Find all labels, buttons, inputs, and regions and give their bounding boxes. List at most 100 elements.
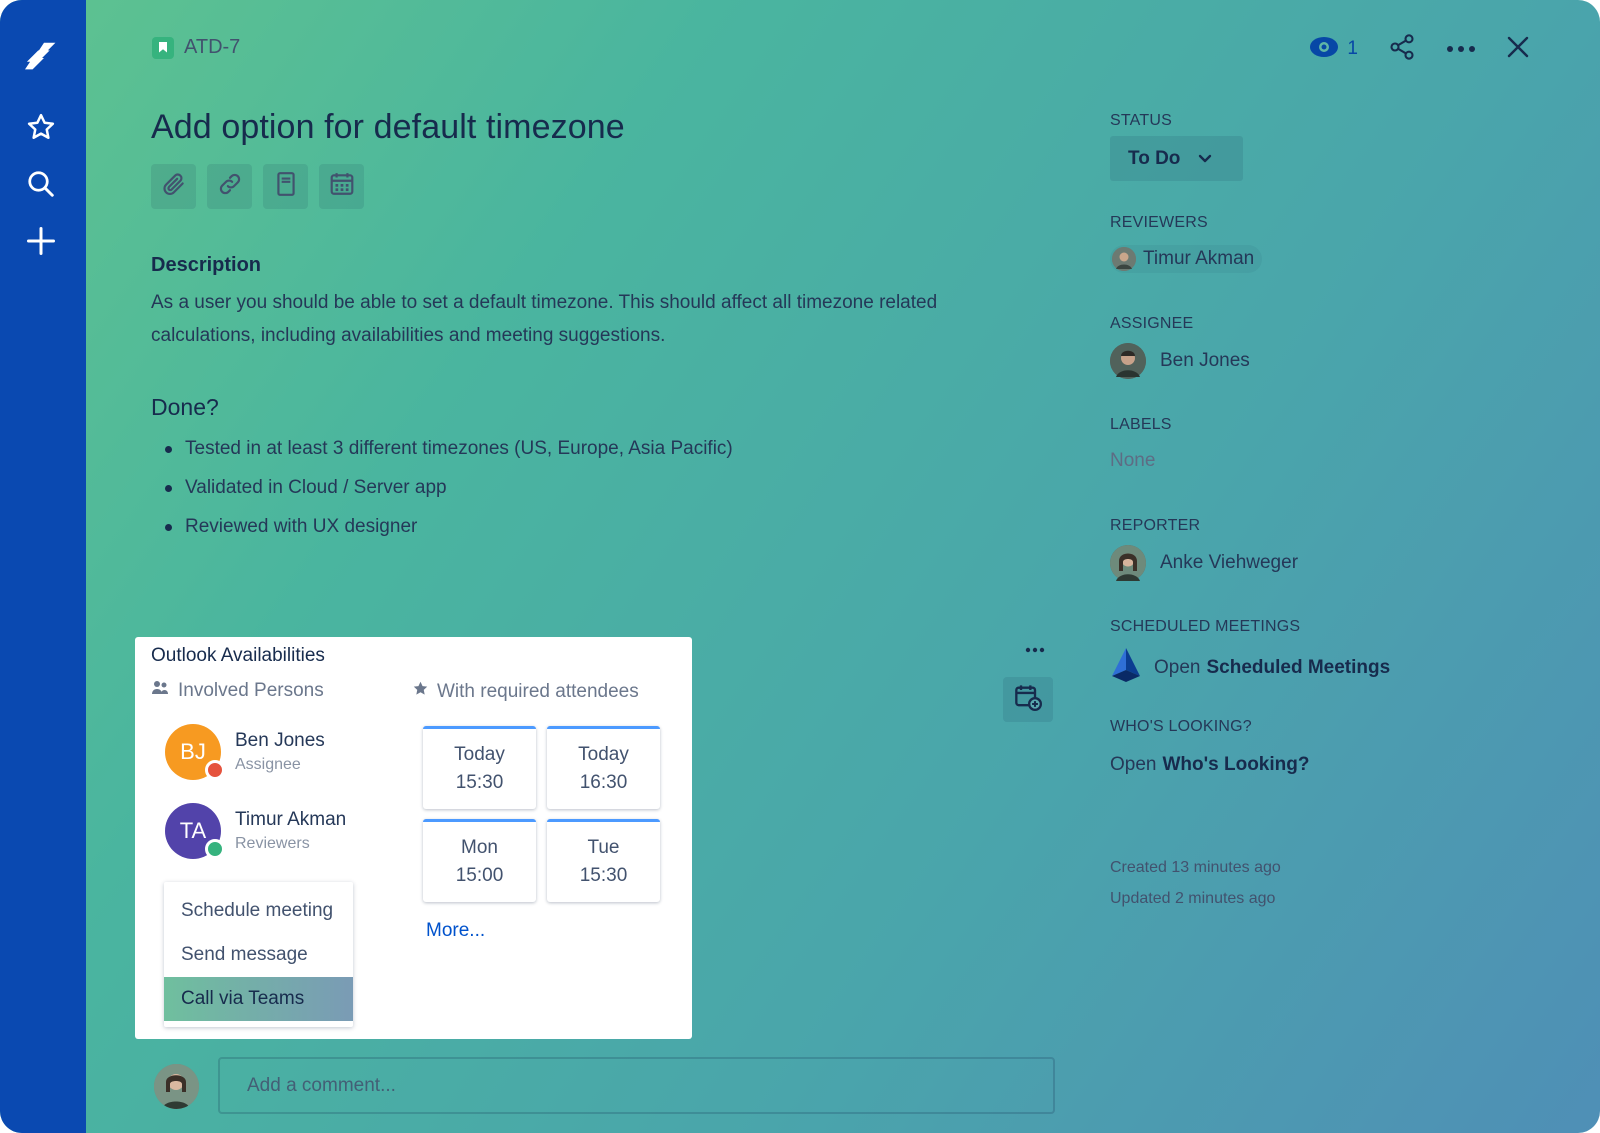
jira-logo-icon[interactable] — [20, 36, 62, 78]
required-attendees-label: With required attendees — [437, 680, 639, 702]
global-nav — [0, 0, 86, 1133]
calendar-add-icon — [1014, 683, 1042, 716]
reporter-label: REPORTER — [1110, 517, 1201, 534]
assignee-field[interactable]: Ben Jones — [1110, 343, 1250, 379]
scheduled-meetings-link[interactable]: Open Scheduled Meetings — [1110, 648, 1390, 687]
reporter-name: Anke Viehweger — [1160, 552, 1299, 573]
done-heading: Done? — [151, 394, 219, 420]
labels-value: None — [1110, 450, 1156, 471]
labels-field[interactable]: None — [1110, 450, 1155, 472]
looking-open-text: Open — [1110, 754, 1157, 775]
busy-status-icon — [205, 760, 225, 780]
reviewers-field[interactable]: Timur Akman — [1110, 245, 1263, 273]
star-icon[interactable] — [20, 106, 62, 148]
link-icon — [217, 171, 243, 202]
person-ben-jones[interactable]: BJ Ben Jones Assignee — [165, 724, 325, 780]
issue-actions: 1 — [1279, 30, 1530, 68]
watch-button[interactable]: 1 — [1309, 30, 1358, 68]
more-actions-button[interactable] — [1446, 30, 1476, 68]
reviewer-name: Timur Akman — [1143, 248, 1255, 269]
slot-time: 15:00 — [455, 865, 504, 886]
create-plus-icon[interactable] — [20, 220, 62, 262]
labels-label: LABELS — [1110, 416, 1172, 433]
close-button[interactable] — [1506, 30, 1530, 68]
schedule-meeting-menu-item[interactable]: Schedule meeting — [164, 889, 353, 933]
slot-time: 15:30 — [455, 772, 504, 793]
more-slots-link[interactable]: More... — [426, 920, 485, 942]
confluence-page-button[interactable] — [263, 164, 308, 209]
scheduled-meetings-label: SCHEDULED MEETINGS — [1110, 618, 1301, 635]
looking-link-text[interactable]: Who's Looking? — [1162, 754, 1309, 776]
avatar: TA — [165, 803, 225, 859]
avatar: BJ — [165, 724, 225, 780]
people-icon — [152, 680, 170, 702]
link-issue-button[interactable] — [207, 164, 252, 209]
time-slot[interactable]: Today 15:30 — [423, 726, 536, 809]
issue-modal: ATD-7 1 Add option for default timezone — [0, 0, 1600, 1133]
available-status-icon — [205, 839, 225, 859]
involved-persons-header: Involved Persons — [152, 680, 324, 702]
send-message-menu-item[interactable]: Send message — [164, 933, 353, 977]
person-name: Ben Jones — [235, 730, 325, 751]
assignee-label: ASSIGNEE — [1110, 315, 1194, 332]
star-filled-icon — [412, 680, 429, 703]
add-meeting-button[interactable] — [1003, 677, 1053, 722]
slot-day: Mon — [461, 837, 498, 858]
scheduled-link-text[interactable]: Scheduled Meetings — [1206, 657, 1390, 679]
comment-input[interactable] — [218, 1057, 1055, 1114]
slot-time: 15:30 — [579, 865, 628, 886]
description-heading: Description — [151, 254, 262, 276]
whos-looking-link[interactable]: Open Who's Looking? — [1110, 754, 1309, 776]
status-label: STATUS — [1110, 112, 1172, 129]
share-icon — [1388, 33, 1416, 66]
required-attendees-header: With required attendees — [412, 680, 639, 703]
description-text[interactable]: As a user you should be able to set a de… — [151, 286, 981, 352]
call-via-teams-menu-item[interactable]: Call via Teams — [164, 977, 353, 1021]
list-item: Reviewed with UX designer — [165, 514, 733, 553]
reviewers-label: REVIEWERS — [1110, 214, 1208, 231]
document-icon — [274, 171, 298, 202]
time-slot[interactable]: Mon 15:00 — [423, 819, 536, 902]
person-role: Reviewers — [235, 835, 310, 852]
chevron-down-icon — [1198, 154, 1212, 164]
issue-title[interactable]: Add option for default timezone — [151, 108, 625, 147]
involved-persons-label: Involved Persons — [178, 680, 324, 701]
reporter-field[interactable]: Anke Viehweger — [1110, 545, 1298, 581]
app-logo-icon — [1110, 648, 1142, 687]
close-icon — [1506, 35, 1530, 64]
avatar-initials: TA — [179, 818, 207, 843]
ellipsis-icon — [1025, 640, 1045, 657]
person-role: Assignee — [235, 756, 301, 773]
watch-count: 1 — [1347, 38, 1358, 59]
share-button[interactable] — [1388, 30, 1416, 68]
person-timur-akman[interactable]: TA Timur Akman Reviewers — [165, 803, 346, 859]
time-slot[interactable]: Tue 15:30 — [547, 819, 660, 902]
avatar — [1112, 247, 1136, 271]
reviewer-chip[interactable]: Timur Akman — [1110, 245, 1263, 273]
person-name: Timur Akman — [235, 809, 347, 830]
status-value: To Do — [1128, 147, 1181, 169]
issue-key[interactable]: ATD-7 — [184, 36, 240, 59]
issue-toolbar — [151, 164, 364, 209]
calendar-button[interactable] — [319, 164, 364, 209]
search-icon[interactable] — [20, 163, 62, 205]
current-user-avatar — [154, 1064, 199, 1109]
done-list: Tested in at least 3 different timezones… — [165, 436, 733, 553]
slot-day: Today — [578, 744, 629, 765]
avatar — [1110, 545, 1146, 581]
attach-button[interactable] — [151, 164, 196, 209]
calendar-icon — [329, 171, 355, 202]
slot-time: 16:30 — [579, 772, 628, 793]
slot-day: Tue — [587, 837, 620, 858]
panel-more-button[interactable] — [1025, 640, 1045, 658]
status-dropdown[interactable]: To Do — [1110, 136, 1243, 181]
time-slot[interactable]: Today 16:30 — [547, 726, 660, 809]
scheduled-open-text: Open — [1154, 656, 1201, 678]
outlook-availabilities-panel: Outlook Availabilities Involved Persons … — [135, 637, 692, 1039]
list-item: Validated in Cloud / Server app — [165, 475, 733, 514]
slot-day: Today — [454, 744, 505, 765]
updated-timestamp: Updated 2 minutes ago — [1110, 890, 1276, 907]
list-item: Tested in at least 3 different timezones… — [165, 436, 733, 475]
assignee-name: Ben Jones — [1160, 350, 1250, 371]
issue-breadcrumb[interactable]: ATD-7 — [152, 36, 240, 59]
